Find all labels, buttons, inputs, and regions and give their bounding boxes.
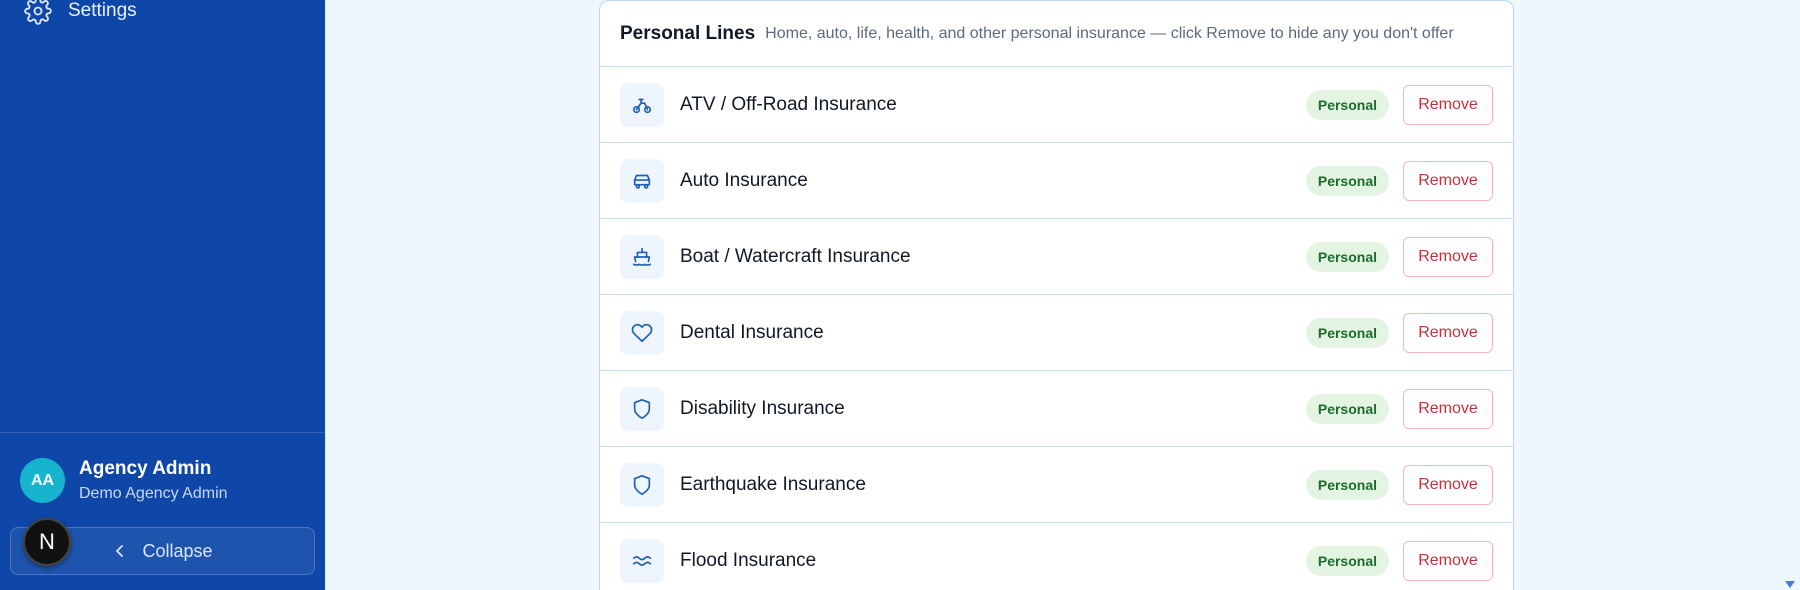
remove-button[interactable]: Remove [1403,312,1493,353]
remove-button[interactable]: Remove [1403,236,1493,277]
sidebar-divider [0,432,325,433]
section-title: Personal Lines [620,22,756,44]
section-description: Home, auto, life, health, and other pers… [765,24,1454,42]
collapse-label: Collapse [142,540,213,561]
insurance-name: Dental Insurance [680,321,824,343]
atv-icon [620,82,664,127]
shield-icon [620,462,664,507]
gear-icon [24,0,52,25]
shield-icon [620,386,664,431]
card-header: Personal Lines Home, auto, life, health,… [600,1,1513,67]
remove-button[interactable]: Remove [1403,160,1493,201]
status-badge: Personal [1305,89,1389,120]
remove-button[interactable]: Remove [1403,388,1493,429]
scroll-down-arrow[interactable] [1785,581,1795,588]
user-name: Agency Admin [79,458,212,479]
status-badge: Personal [1305,241,1389,272]
insurance-name: Boat / Watercraft Insurance [680,245,911,267]
sidebar: Settings AA Agency Admin Demo Agency Adm… [0,0,325,590]
list-item: Disability Insurance Personal Remove [600,371,1513,447]
next-dev-badge[interactable]: N [23,518,71,566]
remove-button[interactable]: Remove [1403,84,1493,125]
list-item: Auto Insurance Personal Remove [600,143,1513,219]
status-badge: Personal [1305,469,1389,500]
boat-icon [620,234,664,279]
insurance-name: Earthquake Insurance [680,473,866,495]
waves-icon [620,538,664,583]
insurance-name: Auto Insurance [680,169,808,191]
remove-button[interactable]: Remove [1403,464,1493,505]
list-item: Earthquake Insurance Personal Remove [600,447,1513,523]
insurance-name: Disability Insurance [680,397,845,419]
status-badge: Personal [1305,317,1389,348]
insurance-name: ATV / Off-Road Insurance [680,93,897,115]
remove-button[interactable]: Remove [1403,540,1493,581]
sidebar-item-settings[interactable]: Settings [24,0,137,26]
list-item: Boat / Watercraft Insurance Personal Rem… [600,219,1513,295]
insurance-name: Flood Insurance [680,549,817,571]
sidebar-item-label: Settings [68,0,137,21]
personal-lines-card: Personal Lines Home, auto, life, health,… [599,0,1514,590]
status-badge: Personal [1305,165,1389,196]
heart-icon [620,310,664,355]
list-item: Dental Insurance Personal Remove [600,295,1513,371]
car-icon [620,158,664,203]
user-profile[interactable]: AA Agency Admin Demo Agency Admin [20,458,228,503]
avatar: AA [20,458,65,503]
list-item: ATV / Off-Road Insurance Personal Remove [600,67,1513,143]
status-badge: Personal [1305,545,1389,576]
status-badge: Personal [1305,393,1389,424]
chevron-left-icon [116,545,124,557]
list-item: Flood Insurance Personal Remove [600,523,1513,590]
user-role: Demo Agency Admin [79,485,228,502]
